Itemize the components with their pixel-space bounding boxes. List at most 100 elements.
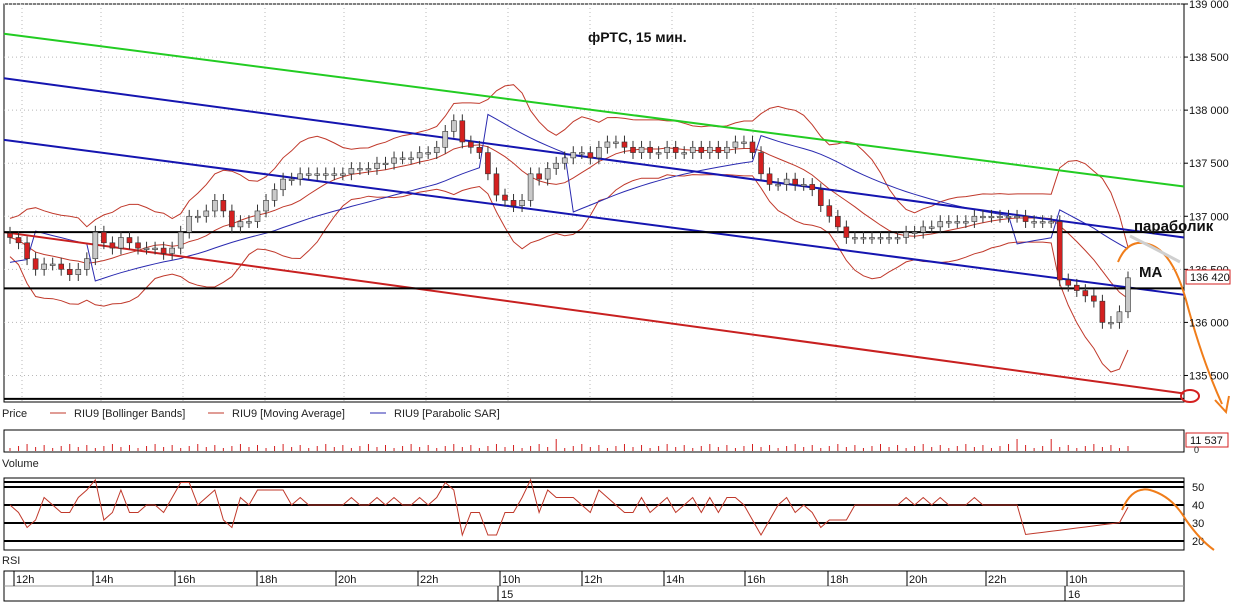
day-label-0: 15 — [501, 589, 513, 601]
candle-body-108 — [928, 226, 935, 229]
candle-body-93 — [800, 184, 807, 187]
candle-body-36 — [314, 173, 321, 176]
time-label-5: 22h — [420, 574, 438, 586]
candle-body-34 — [297, 173, 303, 180]
legend-moving-average: RIU9 [Moving Average] — [232, 408, 345, 420]
candle-body-52 — [450, 120, 457, 132]
candle-body-21 — [186, 215, 193, 233]
candle-body-55 — [476, 146, 483, 153]
candle-body-115 — [988, 215, 995, 219]
candle-body-39 — [340, 173, 346, 176]
candle-body-32 — [280, 178, 286, 191]
candle-body-120 — [1031, 221, 1037, 224]
candle-body-37 — [322, 173, 329, 176]
rsi-plot-area[interactable] — [3, 477, 1185, 551]
candle-body-30 — [263, 200, 269, 212]
candle-body-103 — [886, 237, 892, 240]
candle-body-71 — [613, 141, 619, 144]
candle-body-70 — [604, 141, 611, 148]
candle-body-45 — [391, 157, 397, 164]
candle-body-128 — [1099, 300, 1106, 323]
candle-body-109 — [937, 221, 944, 228]
candle-body-28 — [246, 221, 252, 224]
candle-body-51 — [442, 131, 449, 148]
candle-body-88 — [758, 152, 764, 175]
time-label-3: 18h — [259, 574, 277, 586]
candle-body-31 — [271, 189, 278, 201]
candle-body-87 — [749, 141, 756, 153]
candle-body-50 — [433, 146, 440, 153]
candle-body-7 — [66, 269, 73, 275]
chart-title: фРТС, 15 мин. — [588, 29, 687, 45]
candle-body-26 — [229, 210, 235, 228]
candle-body-76 — [655, 152, 662, 155]
candle-body-14 — [126, 237, 133, 244]
candle-body-78 — [672, 146, 679, 153]
candle-body-125 — [1073, 284, 1080, 291]
candle-body-92 — [792, 178, 798, 185]
candle-body-65 — [561, 157, 568, 164]
price-axis: 135 500136 000136 500137 000137 500138 0… — [1184, 0, 1229, 382]
candle-body-131 — [1125, 277, 1131, 313]
candle-body-3 — [32, 258, 39, 270]
candle-body-117 — [1005, 215, 1012, 219]
candle-body-104 — [894, 237, 901, 240]
candle-body-60 — [519, 200, 525, 206]
candle-body-90 — [775, 184, 781, 187]
candle-body-15 — [135, 242, 141, 249]
candle-body-99 — [852, 237, 858, 240]
candle-body-75 — [647, 146, 653, 153]
price-plot-area[interactable] — [3, 3, 1185, 403]
candle-body-66 — [570, 152, 577, 159]
candle-body-73 — [630, 146, 636, 153]
candle-body-29 — [254, 210, 261, 222]
candle-body-85 — [732, 141, 739, 148]
candle-body-41 — [357, 168, 363, 171]
candle-body-121 — [1039, 221, 1046, 224]
time-label-2: 16h — [177, 574, 195, 586]
candle-body-95 — [817, 189, 824, 206]
candle-body-116 — [997, 215, 1003, 219]
time-label-6: 10h — [502, 574, 520, 586]
candle-body-64 — [553, 162, 559, 169]
time-label-1: 14h — [95, 574, 113, 586]
rsi-label: RSI — [2, 555, 20, 567]
candle-body-127 — [1091, 295, 1097, 302]
candle-body-19 — [169, 247, 175, 254]
candle-body-82 — [707, 146, 713, 153]
candle-body-123 — [1056, 221, 1063, 281]
candle-body-122 — [1048, 221, 1054, 224]
candle-body-84 — [724, 146, 730, 153]
candle-body-81 — [698, 146, 705, 153]
candle-body-49 — [425, 152, 431, 155]
candle-body-58 — [502, 194, 508, 201]
candle-body-40 — [348, 168, 355, 175]
candle-body-35 — [305, 173, 312, 176]
candle-body-97 — [835, 215, 841, 228]
candle-body-6 — [58, 263, 65, 270]
candle-body-25 — [220, 200, 227, 212]
price-tick-label-7: 139 000 — [1189, 0, 1229, 11]
candle-body-62 — [536, 173, 542, 180]
candle-body-23 — [203, 210, 210, 217]
volume-axis-zero: 0 — [1194, 445, 1199, 455]
candle-body-77 — [664, 146, 670, 153]
annotation-ma: MA — [1139, 264, 1162, 281]
candle-body-94 — [809, 184, 816, 191]
candle-body-59 — [510, 200, 517, 206]
candle-body-107 — [920, 226, 926, 233]
candle-body-67 — [579, 152, 585, 155]
candle-body-105 — [903, 231, 909, 238]
candle-body-56 — [485, 152, 491, 175]
price-tick-label-6: 138 500 — [1189, 52, 1229, 64]
candle-body-9 — [84, 258, 90, 270]
candle-body-112 — [963, 221, 969, 224]
candle-body-89 — [766, 173, 773, 185]
candle-body-79 — [681, 152, 688, 155]
candle-body-1 — [15, 237, 22, 244]
candle-body-8 — [75, 269, 82, 275]
candle-body-54 — [468, 141, 474, 148]
candle-body-118 — [1014, 215, 1020, 219]
time-label-4: 20h — [338, 574, 356, 586]
price-label: Price — [2, 408, 27, 420]
